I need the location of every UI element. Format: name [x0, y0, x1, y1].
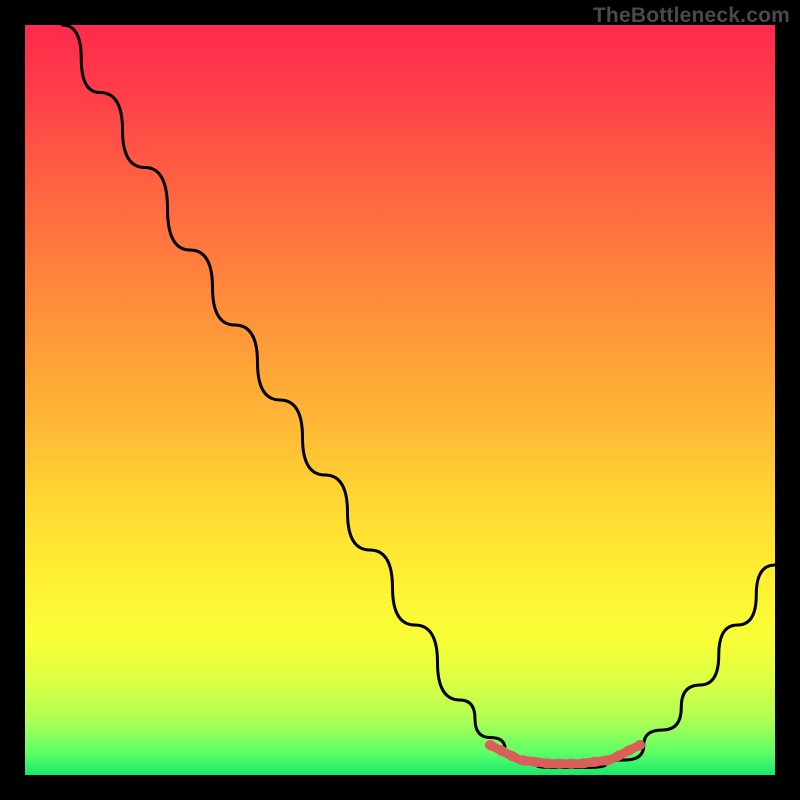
chart-svg: [25, 25, 775, 775]
watermark-text: TheBottleneck.com: [593, 4, 790, 28]
plot-area: [25, 25, 775, 775]
chart-container: TheBottleneck.com: [0, 0, 800, 800]
bottleneck-curve: [63, 25, 776, 768]
